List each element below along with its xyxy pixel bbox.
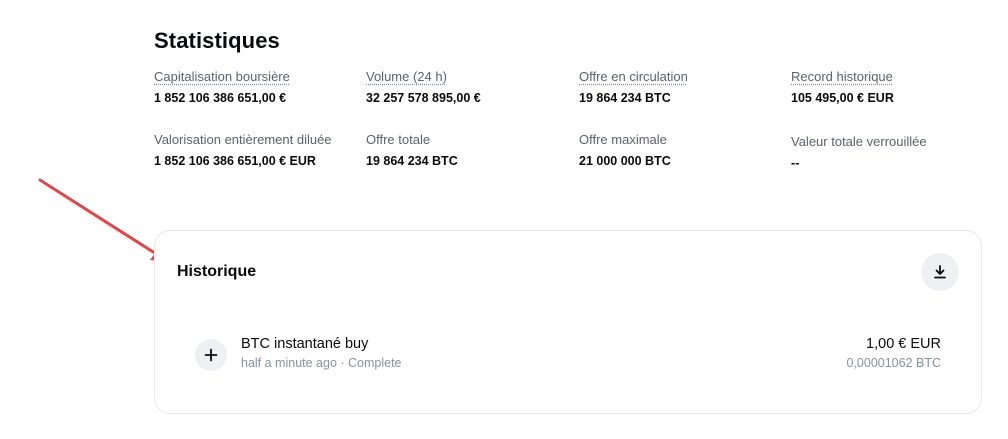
stat-all-time-high: Record historique 105 495,00 € EUR — [791, 69, 1001, 106]
transaction-title: BTC instantané buy — [241, 336, 369, 352]
transaction-crypto-amount: 0,00001062 BTC — [846, 356, 941, 370]
stat-value: 19 864 234 BTC — [579, 91, 671, 105]
stat-value: 1 852 106 386 651,00 € — [154, 91, 287, 105]
transaction-icon-wrap — [195, 339, 227, 371]
stat-value: 21 000 000 BTC — [579, 154, 671, 168]
history-card: Historique BTC instantané buy half a min… — [154, 230, 982, 414]
stat-label: Valeur totale verrouillée — [791, 134, 927, 149]
plus-icon — [204, 348, 218, 362]
stat-label[interactable]: Record historique — [791, 69, 1001, 85]
stat-label: Offre totale — [366, 132, 431, 147]
transaction-amount: 1,00 € EUR — [866, 336, 941, 352]
transaction-details: BTC instantané buy half a minute ago · C… — [241, 335, 402, 371]
download-icon — [934, 265, 946, 279]
stat-fully-diluted-valuation: Valorisation entièrement diluée 1 852 10… — [154, 132, 364, 169]
stat-value: 105 495,00 € EUR — [791, 91, 894, 105]
stat-circulating-supply: Offre en circulation 19 864 234 BTC — [579, 69, 789, 106]
stat-value: 1 852 106 386 651,00 € EUR — [154, 154, 316, 168]
transaction-subtitle: half a minute ago · Complete — [241, 356, 402, 370]
statistics-title: Statistiques — [154, 28, 280, 53]
stat-max-supply: Offre maximale 21 000 000 BTC — [579, 132, 789, 169]
stat-volume-24h: Volume (24 h) 32 257 578 895,00 € — [366, 69, 576, 106]
stat-label[interactable]: Capitalisation boursière — [154, 69, 364, 85]
stat-value: 32 257 578 895,00 € — [366, 91, 481, 105]
stat-label[interactable]: Offre en circulation — [579, 69, 789, 85]
stat-value: -- — [791, 156, 800, 170]
stat-total-value-locked: Valeur totale verrouillée -- — [791, 134, 1001, 171]
page: Statistiques Capitalisation boursière 1 … — [0, 0, 1008, 439]
transaction-row[interactable]: BTC instantané buy half a minute ago · C… — [195, 331, 941, 375]
stat-total-supply: Offre totale 19 864 234 BTC — [366, 132, 576, 169]
stat-value: 19 864 234 BTC — [366, 154, 458, 168]
transaction-amounts: 1,00 € EUR 0,00001062 BTC — [846, 335, 941, 371]
stat-label: Offre maximale — [579, 132, 667, 147]
download-button[interactable] — [921, 253, 959, 291]
stat-label[interactable]: Volume (24 h) — [366, 69, 576, 85]
history-title: Historique — [177, 263, 257, 280]
stat-label: Valorisation entièrement diluée — [154, 132, 332, 147]
stat-market-cap: Capitalisation boursière 1 852 106 386 6… — [154, 69, 364, 106]
